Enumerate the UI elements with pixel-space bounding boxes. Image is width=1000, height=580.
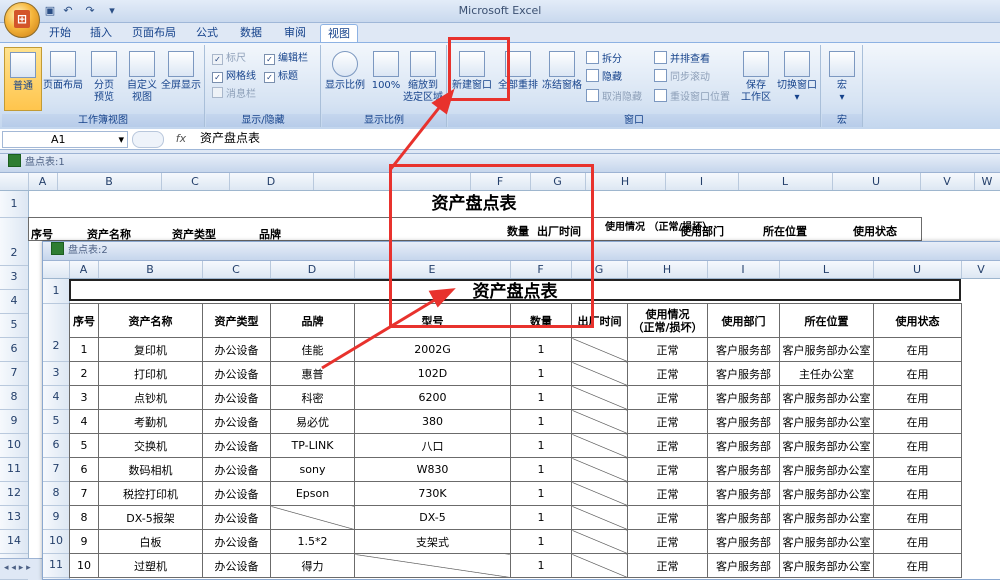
office-logo-icon: ⊞ [14, 10, 30, 28]
office-button[interactable]: ⊞ [4, 2, 40, 38]
annotation-arrows [321, 88, 456, 370]
